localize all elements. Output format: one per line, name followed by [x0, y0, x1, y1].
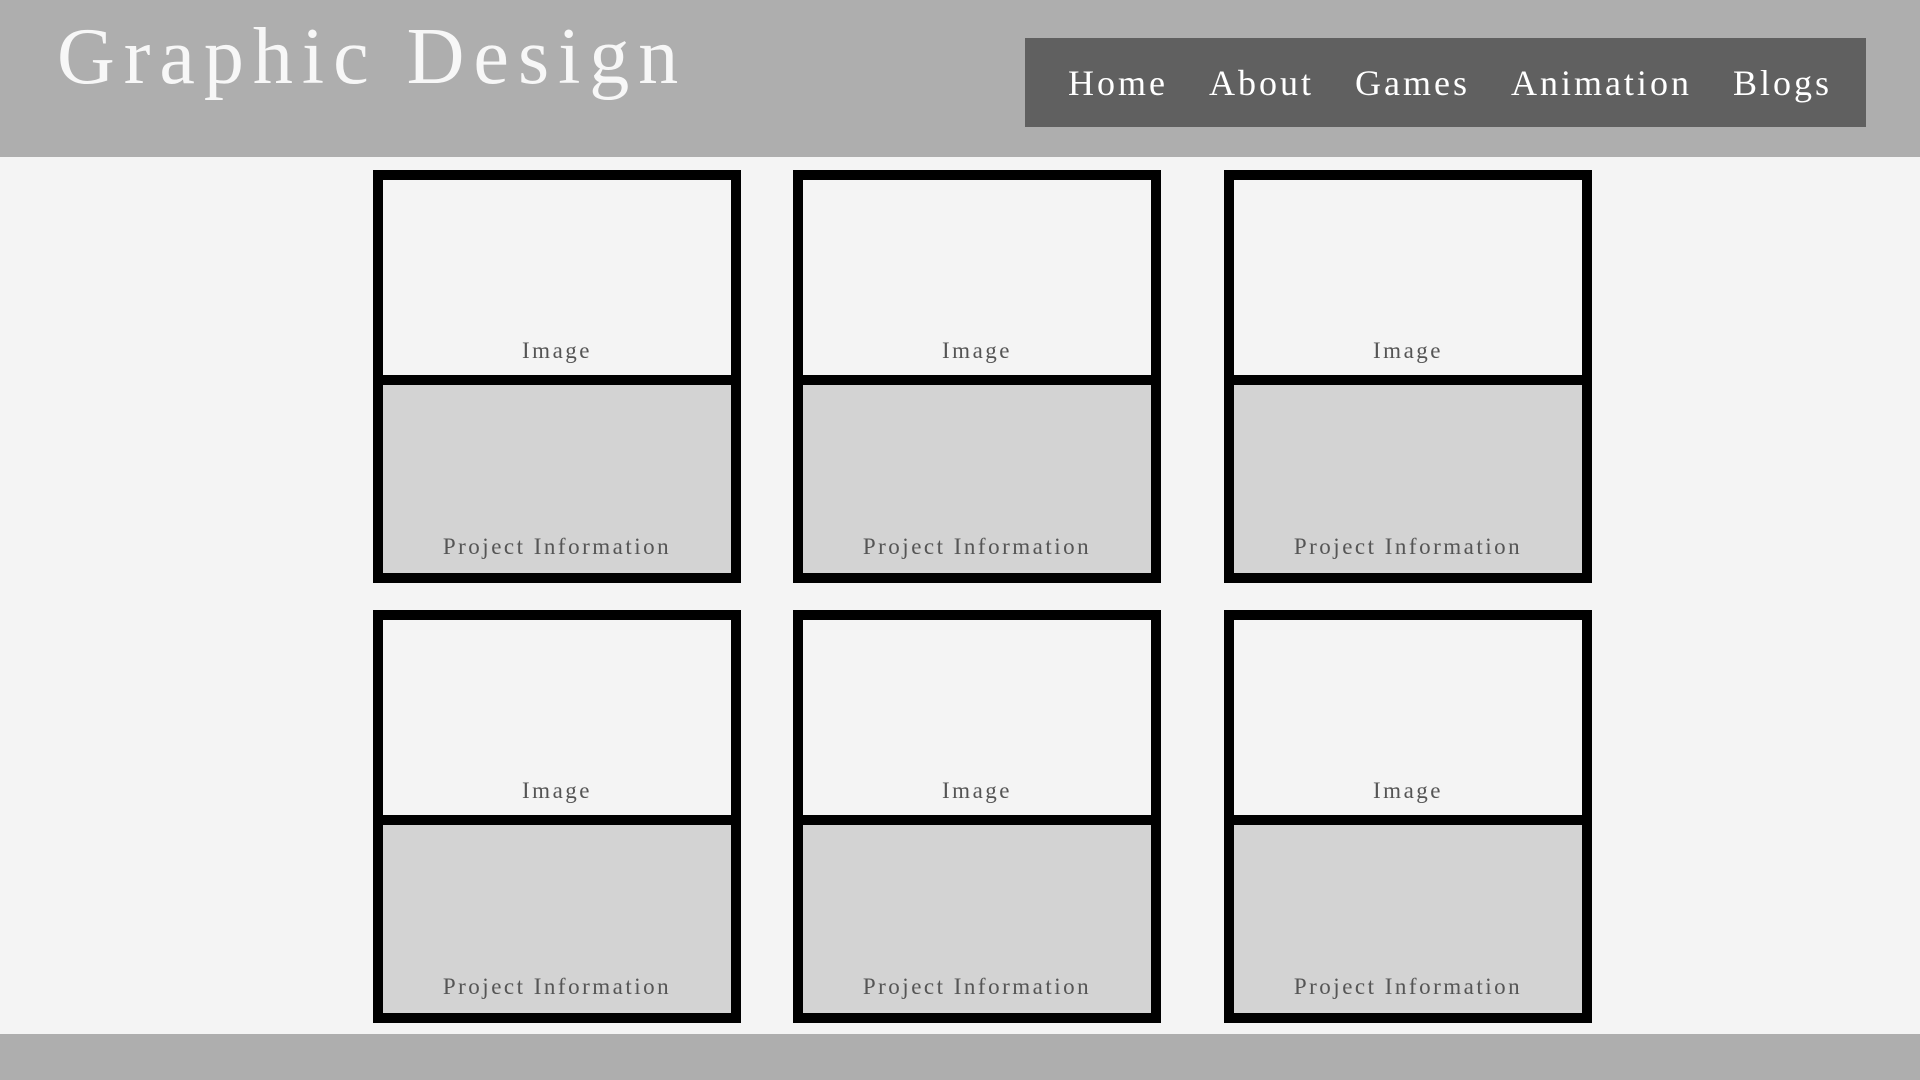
project-info-label: Project Information — [1293, 534, 1523, 559]
project-card[interactable]: Image Project Information — [793, 610, 1161, 1023]
project-info-label: Project Information — [442, 534, 672, 559]
project-info-panel[interactable]: Project Information — [383, 385, 731, 573]
site-footer — [0, 1034, 1920, 1080]
nav-about-link[interactable]: About — [1209, 62, 1314, 104]
image-label: Image — [942, 338, 1012, 363]
image-label: Image — [942, 778, 1012, 803]
project-image-placeholder[interactable]: Image — [383, 180, 731, 375]
project-image-placeholder[interactable]: Image — [383, 620, 731, 815]
project-card[interactable]: Image Project Information — [373, 610, 741, 1023]
project-image-placeholder[interactable]: Image — [803, 620, 1151, 815]
project-info-panel[interactable]: Project Information — [803, 825, 1151, 1013]
project-card[interactable]: Image Project Information — [1224, 610, 1592, 1023]
main-nav: Home About Games Animation Blogs — [1025, 38, 1866, 127]
image-label: Image — [1373, 778, 1443, 803]
project-info-label: Project Information — [442, 974, 672, 999]
site-title: Graphic Design — [57, 13, 688, 101]
nav-home-link[interactable]: Home — [1068, 62, 1168, 104]
image-label: Image — [522, 778, 592, 803]
project-info-label: Project Information — [862, 974, 1092, 999]
project-info-panel[interactable]: Project Information — [1234, 825, 1582, 1013]
nav-games-link[interactable]: Games — [1355, 62, 1470, 104]
project-card[interactable]: Image Project Information — [793, 170, 1161, 583]
project-image-placeholder[interactable]: Image — [803, 180, 1151, 375]
project-info-label: Project Information — [1293, 974, 1523, 999]
site-header: Graphic Design Home About Games Animatio… — [0, 0, 1920, 157]
image-label: Image — [1373, 338, 1443, 363]
project-image-placeholder[interactable]: Image — [1234, 620, 1582, 815]
project-info-panel[interactable]: Project Information — [383, 825, 731, 1013]
project-image-placeholder[interactable]: Image — [1234, 180, 1582, 375]
project-info-panel[interactable]: Project Information — [1234, 385, 1582, 573]
project-info-label: Project Information — [862, 534, 1092, 559]
project-card[interactable]: Image Project Information — [373, 170, 741, 583]
nav-animation-link[interactable]: Animation — [1511, 62, 1692, 104]
project-info-panel[interactable]: Project Information — [803, 385, 1151, 573]
nav-blogs-link[interactable]: Blogs — [1733, 62, 1832, 104]
project-card[interactable]: Image Project Information — [1224, 170, 1592, 583]
image-label: Image — [522, 338, 592, 363]
